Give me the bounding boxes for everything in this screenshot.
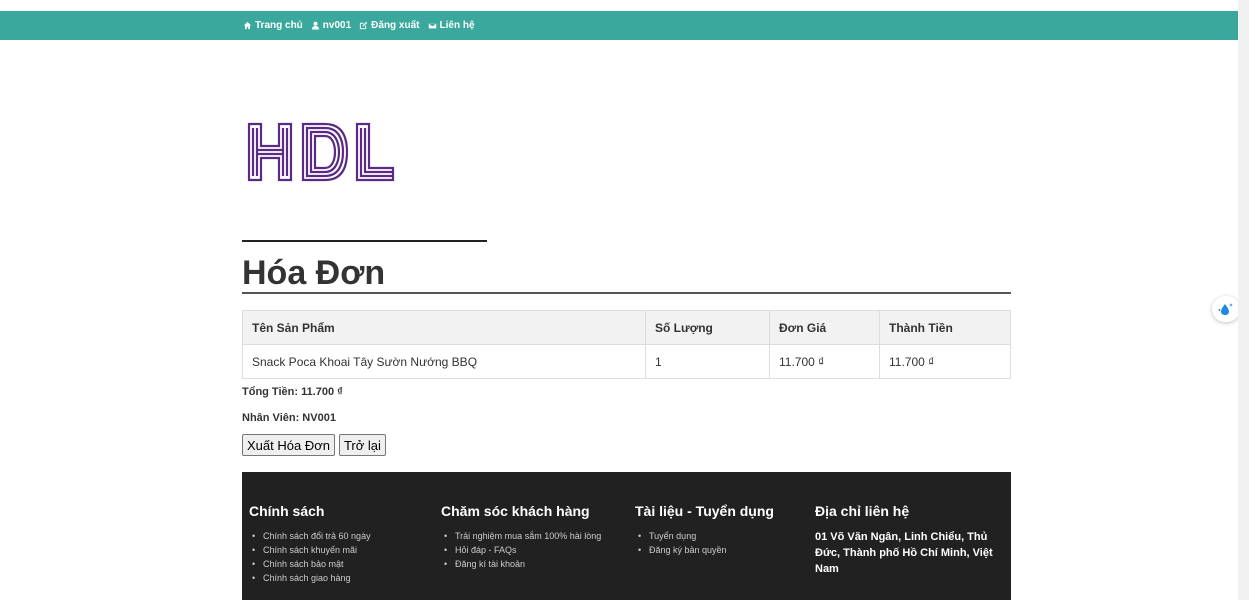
site-footer: Chính sách Chính sách đổi trả 60 ngày Ch… — [242, 472, 1011, 600]
nav-user-link[interactable]: nv001 — [311, 20, 351, 31]
home-icon — [243, 21, 252, 30]
col-header-quantity: Số Lượng — [645, 310, 770, 345]
footer-address-title: Địa chỉ liên hệ — [815, 503, 910, 519]
export-invoice-button[interactable]: Xuất Hóa Đơn — [242, 434, 335, 456]
nav-contact-link[interactable]: Liên hệ — [427, 20, 475, 31]
footer-address-column: Địa chỉ liên hệ 01 Võ Văn Ngân, Linh Chi… — [815, 503, 995, 577]
droplet-sparkle-icon — [1218, 303, 1233, 315]
table-header-row: Tên Sản Phẩm Số Lượng Đơn Giá Thành Tiền — [242, 310, 1011, 345]
footer-docs-column: Tài liệu - Tuyển dụng Tuyển dụng Đăng ký… — [635, 503, 774, 557]
nav-logout-link[interactable]: Đăng xuất — [359, 20, 420, 31]
hdl-logo-graphic — [247, 122, 395, 182]
col-header-amount: Thành Tiền — [879, 310, 1011, 345]
footer-address-text: 01 Võ Văn Ngân, Linh Chiểu, Thủ Đức, Thà… — [815, 531, 993, 575]
nav-user-label: nv001 — [322, 20, 352, 31]
cell-product: Snack Poca Khoai Tây Sườn Nướng BBQ — [242, 344, 646, 379]
invoice-table: Tên Sản Phẩm Số Lượng Đơn Giá Thành Tiền… — [242, 310, 1011, 379]
footer-link[interactable]: Đăng ký bản quyền — [635, 543, 774, 557]
cell-amount: 11.700 ₫ — [879, 344, 1011, 379]
col-header-product: Tên Sản Phẩm — [242, 310, 646, 345]
footer-policy-column: Chính sách Chính sách đổi trả 60 ngày Ch… — [249, 503, 371, 585]
nav-home-label: Trang chủ — [255, 20, 303, 31]
envelope-icon — [427, 22, 437, 29]
cell-unit-price: 11.700 ₫ — [769, 344, 880, 379]
cell-quantity: 1 — [645, 344, 770, 379]
nav-home-link[interactable]: Trang chủ — [243, 20, 303, 31]
footer-link[interactable]: Chính sách bảo mật — [249, 557, 371, 571]
footer-link[interactable]: Đăng kí tài khoản — [441, 557, 621, 571]
footer-link[interactable]: Trải nghiệm mua sắm 100% hài lòng — [441, 529, 621, 543]
col-header-unit-price: Đơn Giá — [769, 310, 880, 345]
user-icon — [311, 21, 319, 30]
page-scrollbar[interactable] — [1238, 0, 1249, 600]
footer-link[interactable]: Chính sách giao hàng — [249, 571, 371, 585]
footer-care-column: Chăm sóc khách hàng Trải nghiệm mua sắm … — [441, 503, 621, 571]
footer-link[interactable]: Hỏi đáp - FAQs — [441, 543, 621, 557]
action-buttons: Xuất Hóa Đơn Trở lại — [242, 434, 386, 456]
footer-docs-title: Tài liệu - Tuyển dụng — [635, 503, 774, 519]
footer-link[interactable]: Chính sách đổi trả 60 ngày — [249, 529, 371, 543]
footer-link[interactable]: Tuyển dụng — [635, 529, 774, 543]
footer-care-title: Chăm sóc khách hàng — [441, 503, 590, 519]
logo-divider — [242, 240, 487, 242]
nav-contact-label: Liên hệ — [439, 20, 475, 31]
back-button[interactable]: Trở lại — [338, 434, 386, 456]
staff-id: Nhân Viên: NV001 — [242, 412, 336, 424]
nav-menu: Trang chủ nv001 Đăng xuất Liên hệ — [243, 11, 475, 40]
title-underline — [242, 292, 1011, 294]
top-navbar: Trang chủ nv001 Đăng xuất Liên hệ — [0, 11, 1249, 40]
footer-link[interactable]: Chính sách khuyến mãi — [249, 543, 371, 557]
nav-logout-label: Đăng xuất — [371, 20, 420, 31]
site-logo[interactable] — [247, 118, 397, 188]
page-title: Hóa Đơn — [242, 254, 386, 292]
total-amount: Tổng Tiền: 11.700 ₫ — [242, 386, 343, 398]
floating-helper-button[interactable] — [1212, 296, 1240, 322]
edit-icon — [360, 21, 368, 30]
table-row: Snack Poca Khoai Tây Sườn Nướng BBQ 1 11… — [242, 344, 1011, 379]
footer-policy-title: Chính sách — [249, 503, 325, 519]
